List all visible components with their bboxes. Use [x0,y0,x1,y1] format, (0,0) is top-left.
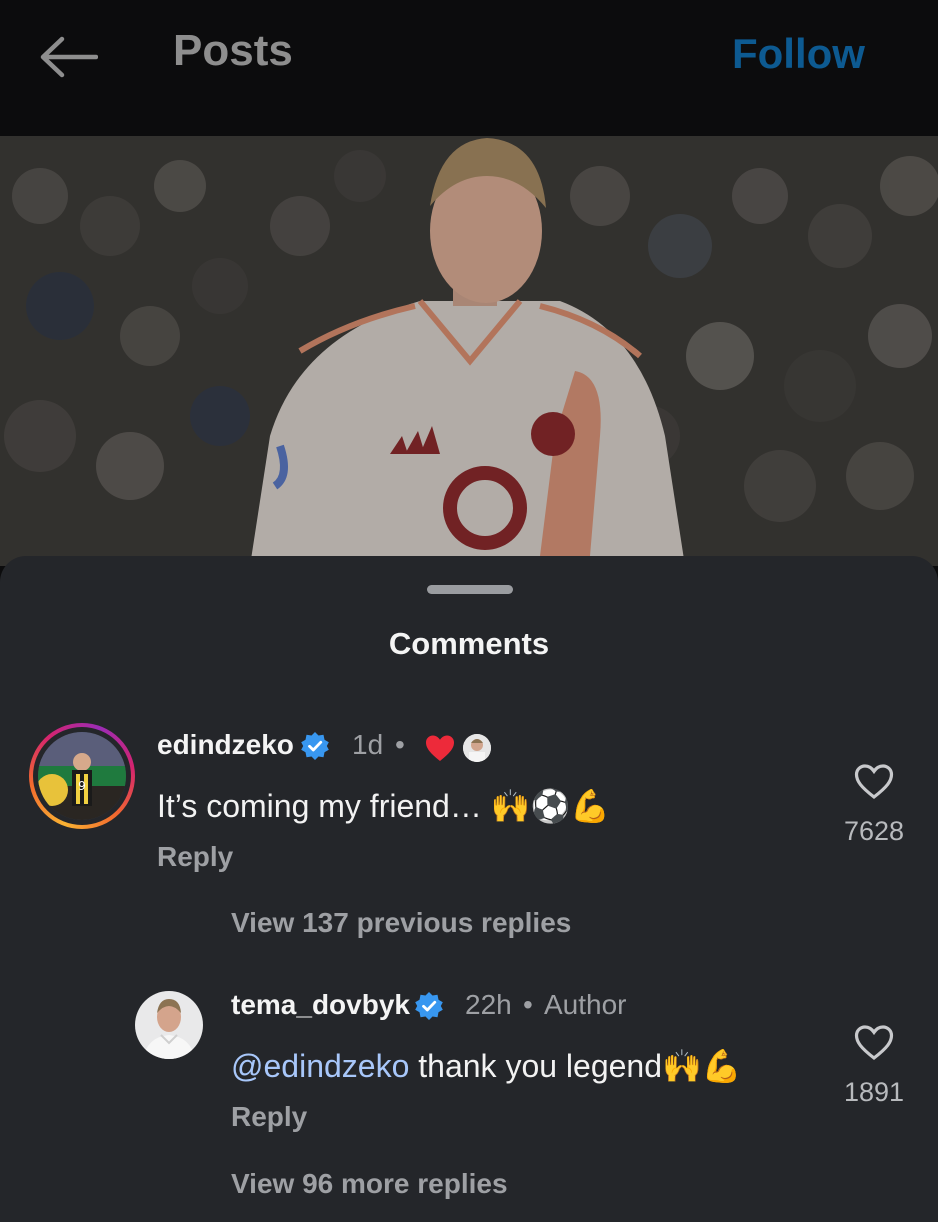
comment-emoji: 🙌💪 [662,1047,742,1085]
svg-text:9: 9 [78,779,86,793]
image-overlay [0,136,938,566]
follow-button[interactable]: Follow [732,30,865,78]
author-avatar [463,734,491,762]
mention-link[interactable]: @edindzeko [231,1048,409,1084]
back-arrow-icon[interactable] [38,34,99,80]
verified-badge-icon [414,991,444,1021]
like-heart-icon[interactable] [854,764,894,800]
heart-filled-icon [425,734,455,762]
drag-handle[interactable] [427,585,513,594]
view-previous-replies[interactable]: View 137 previous replies [231,907,571,939]
comment-text: @edindzeko thank you legend🙌💪 [231,1047,742,1085]
comment-time: 22h [465,989,512,1020]
comment-username[interactable]: edindzeko [157,729,294,761]
verified-badge-icon [300,731,330,761]
comment-emoji: 🙌⚽💪 [490,787,611,825]
like-count: 1891 [843,1077,905,1107]
comments-sheet: Comments 9 edindzeko 1d • It’s coming my… [0,556,938,1222]
avatar[interactable] [135,991,203,1059]
reply-button[interactable]: Reply [157,841,233,873]
like-count: 7628 [843,816,905,846]
author-label: Author [544,989,627,1020]
comments-title: Comments [388,626,550,661]
separator-dot: • [395,729,405,760]
comment-time: 1d [352,729,384,760]
separator-dot: • [523,989,533,1020]
avatar[interactable]: 9 [38,732,126,820]
view-more-replies[interactable]: View 96 more replies [231,1168,508,1200]
comment-body: It’s coming my friend… [157,788,482,824]
reply-button[interactable]: Reply [231,1101,307,1133]
top-bar: Posts Follow [0,0,938,136]
page-title: Posts [173,26,293,75]
like-heart-icon[interactable] [854,1025,894,1061]
post-image [0,136,938,566]
comment-text: It’s coming my friend… 🙌⚽💪 [157,787,610,825]
comment-body: thank you legend [409,1048,663,1084]
story-ring[interactable]: 9 [29,723,135,829]
comment-username[interactable]: tema_dovbyk [231,989,410,1021]
